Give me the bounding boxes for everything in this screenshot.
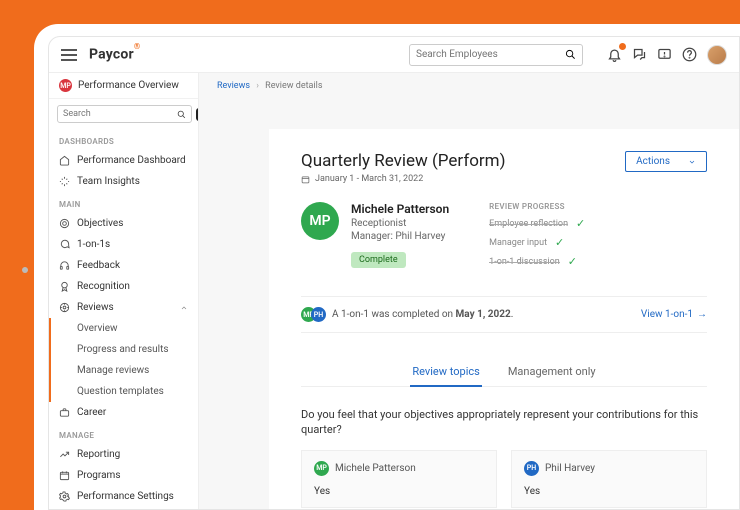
check-icon: ✓ bbox=[555, 236, 564, 249]
nav-recognition[interactable]: Recognition bbox=[49, 276, 198, 297]
sidebar-title: Performance Overview bbox=[78, 80, 179, 91]
chat-icon[interactable] bbox=[632, 47, 647, 62]
nav-reporting[interactable]: Reporting bbox=[49, 444, 198, 465]
arrow-right-icon: → bbox=[697, 309, 707, 320]
progress-item-label: 1-on-1 discussion bbox=[489, 257, 560, 267]
employee-name: Michele Patterson bbox=[351, 202, 449, 216]
search-icon bbox=[177, 110, 186, 119]
status-badge: Complete bbox=[351, 252, 406, 268]
progress-item-label: Employee reflection bbox=[489, 219, 568, 229]
nav-career[interactable]: Career bbox=[49, 402, 198, 423]
chevron-down-icon bbox=[688, 158, 696, 166]
hamburger-menu-icon[interactable] bbox=[61, 49, 77, 61]
progress-item-label: Manager input bbox=[489, 238, 547, 248]
nav-performance-settings[interactable]: Performance Settings bbox=[49, 486, 198, 507]
sidebar-search-field[interactable] bbox=[57, 105, 192, 123]
response-card: MP Michele Patterson Yes bbox=[301, 450, 497, 508]
chart-icon bbox=[59, 449, 70, 460]
breadcrumb-current: Review details bbox=[265, 81, 322, 91]
user-avatar[interactable] bbox=[707, 45, 727, 65]
search-employees-field[interactable] bbox=[409, 44, 583, 66]
sub-manage-reviews[interactable]: Manage reviews bbox=[51, 360, 198, 381]
home-icon bbox=[59, 155, 70, 166]
search-icon bbox=[565, 49, 576, 60]
employee-role: Receptionist bbox=[351, 218, 449, 229]
chevron-right-icon: › bbox=[256, 81, 259, 91]
chevron-up-icon bbox=[180, 304, 188, 312]
briefcase-icon bbox=[59, 407, 70, 418]
response-answer: Yes bbox=[314, 486, 484, 497]
help-icon[interactable] bbox=[682, 47, 697, 62]
chat-bubble-icon bbox=[59, 239, 70, 250]
nav-one-on-ones[interactable]: 1-on-1s bbox=[49, 234, 198, 255]
check-icon: ✓ bbox=[576, 217, 585, 230]
tab-review-topics[interactable]: Review topics bbox=[410, 357, 481, 386]
tab-management-only[interactable]: Management only bbox=[506, 357, 598, 386]
sparkle-icon bbox=[59, 176, 70, 187]
sidebar: MP Performance Overview 1 DASHBOAR bbox=[49, 73, 199, 509]
feedback-icon[interactable] bbox=[657, 47, 672, 62]
nav-feedback[interactable]: Feedback bbox=[49, 255, 198, 276]
response-answer: Yes bbox=[524, 486, 694, 497]
reviews-icon bbox=[59, 302, 70, 313]
review-progress: REVIEW PROGRESS Employee reflection ✓ Man… bbox=[489, 202, 585, 274]
review-tabs: Review topics Management only bbox=[301, 357, 707, 387]
nav-objectives[interactable]: Objectives bbox=[49, 213, 198, 234]
review-title: Quarterly Review (Perform) bbox=[301, 151, 506, 171]
sub-overview[interactable]: Overview bbox=[51, 318, 198, 339]
nav-performance-dashboard[interactable]: Performance Dashboard bbox=[49, 150, 198, 171]
breadcrumb-root[interactable]: Reviews bbox=[217, 81, 250, 91]
logo: Paycor® bbox=[89, 46, 140, 63]
calendar-icon bbox=[301, 175, 310, 184]
check-icon: ✓ bbox=[568, 255, 577, 268]
calendar-icon bbox=[59, 470, 70, 481]
award-icon bbox=[59, 281, 70, 292]
target-icon bbox=[59, 218, 70, 229]
bell-icon[interactable] bbox=[607, 47, 622, 62]
progress-title: REVIEW PROGRESS bbox=[489, 202, 585, 211]
search-employees-input[interactable] bbox=[416, 49, 565, 60]
actions-button[interactable]: Actions bbox=[625, 151, 707, 172]
response-card: PH Phil Harvey Yes bbox=[511, 450, 707, 508]
review-question: Do you feel that your objectives appropr… bbox=[301, 407, 707, 438]
nav-programs[interactable]: Programs bbox=[49, 465, 198, 486]
employee-avatar: MP bbox=[301, 202, 339, 240]
review-panel: Quarterly Review (Perform) January 1 - M… bbox=[269, 129, 739, 509]
user-badge-icon: MP bbox=[59, 79, 72, 92]
review-date-range: January 1 - March 31, 2022 bbox=[315, 174, 423, 184]
sidebar-search-input[interactable] bbox=[63, 109, 177, 119]
nav-team-insights[interactable]: Team Insights bbox=[49, 171, 198, 192]
avatar-chip: PH bbox=[311, 307, 326, 322]
sub-question-templates[interactable]: Question templates bbox=[51, 381, 198, 402]
section-label-dashboards: DASHBOARDS bbox=[49, 129, 198, 150]
response-author: Michele Patterson bbox=[335, 463, 416, 474]
response-author: Phil Harvey bbox=[545, 463, 595, 474]
breadcrumb: Reviews › Review details bbox=[199, 73, 739, 99]
oneon1-text: A 1-on-1 was completed on May 1, 2022. bbox=[332, 309, 513, 320]
avatar-chip: MP bbox=[314, 461, 329, 476]
headphones-icon bbox=[59, 260, 70, 271]
section-label-main: MAIN bbox=[49, 192, 198, 213]
view-one-on-one-link[interactable]: View 1-on-1 → bbox=[641, 309, 707, 320]
section-label-manage: MANAGE bbox=[49, 423, 198, 444]
sidebar-header[interactable]: MP Performance Overview bbox=[49, 73, 198, 99]
avatar-chip: PH bbox=[524, 461, 539, 476]
gear-icon bbox=[59, 491, 70, 502]
reviews-submenu: Overview Progress and results Manage rev… bbox=[49, 318, 198, 402]
main-content: Reviews › Review details Quarterly Revie… bbox=[199, 73, 739, 509]
employee-manager: Manager: Phil Harvey bbox=[351, 231, 449, 242]
nav-reviews[interactable]: Reviews bbox=[49, 297, 198, 318]
sub-progress[interactable]: Progress and results bbox=[51, 339, 198, 360]
